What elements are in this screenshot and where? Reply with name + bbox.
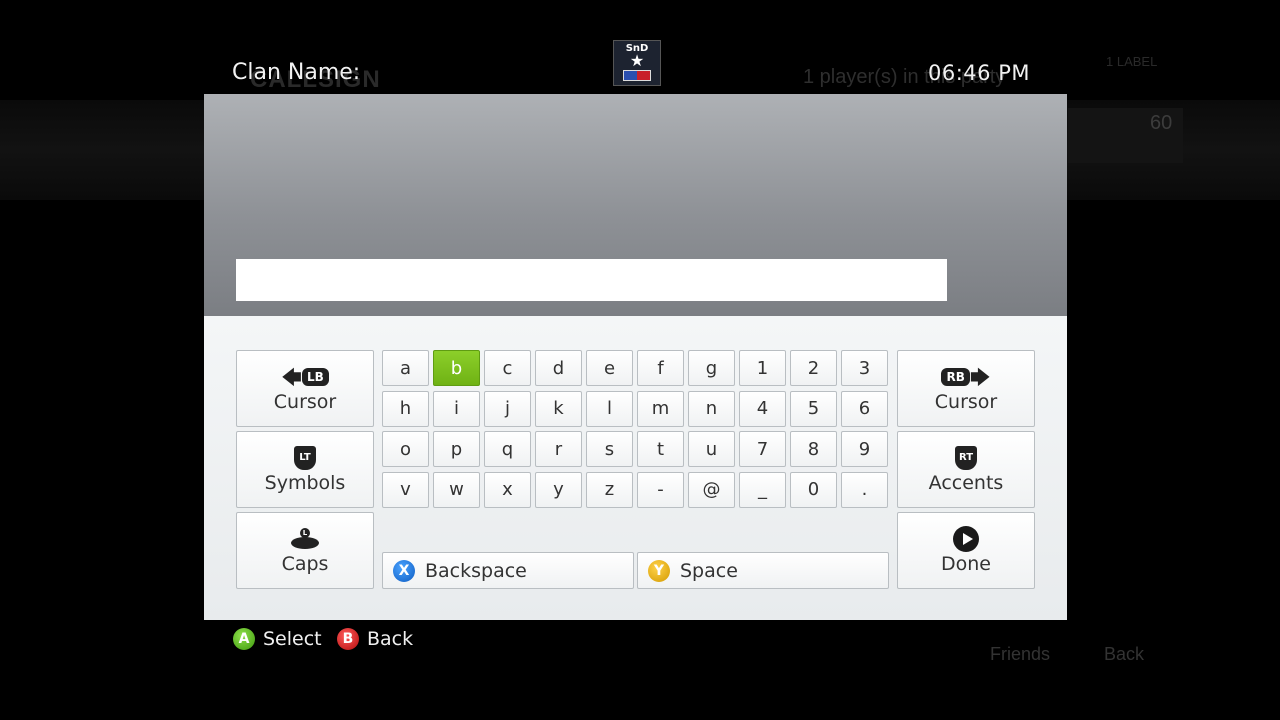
key-6[interactable]: 6 bbox=[841, 390, 888, 427]
star-icon: ★ bbox=[629, 51, 645, 70]
clock: 06:46 PM bbox=[928, 61, 1030, 85]
key-v[interactable]: v bbox=[382, 471, 429, 508]
back-hint-label: Back bbox=[367, 628, 414, 650]
symbols-key[interactable]: LT Symbols bbox=[236, 431, 374, 508]
key-f[interactable]: f bbox=[637, 350, 684, 386]
cursor-left-label: Cursor bbox=[273, 390, 337, 413]
left-stick-icon: L bbox=[291, 527, 319, 550]
key-r[interactable]: r bbox=[535, 431, 582, 467]
key-q[interactable]: q bbox=[484, 431, 531, 467]
done-key[interactable]: Done bbox=[897, 512, 1035, 589]
space-label: Space bbox=[680, 559, 738, 582]
key-s[interactable]: s bbox=[586, 431, 633, 467]
key-h[interactable]: h bbox=[382, 390, 429, 427]
cursor-right-label: Cursor bbox=[934, 390, 998, 413]
x-button-icon: X bbox=[393, 559, 415, 582]
select-hint-label: Select bbox=[263, 628, 322, 650]
key-g[interactable]: g bbox=[688, 350, 735, 386]
key-t[interactable]: t bbox=[637, 431, 684, 467]
key-w[interactable]: w bbox=[433, 471, 480, 508]
cursor-right-key[interactable]: RB 🡆 Cursor bbox=[897, 350, 1035, 427]
y-button-icon: Y bbox=[648, 559, 670, 582]
start-button-icon bbox=[953, 525, 979, 552]
input-area bbox=[204, 94, 1067, 316]
key-n[interactable]: n bbox=[688, 390, 735, 427]
accents-label: Accents bbox=[928, 471, 1004, 494]
arrow-left-icon: 🡄 bbox=[281, 364, 302, 389]
key-c[interactable]: c bbox=[484, 350, 531, 386]
gamerpic: SnD ★ bbox=[613, 40, 661, 86]
caps-key[interactable]: L Caps bbox=[236, 512, 374, 589]
key-2[interactable]: 2 bbox=[790, 350, 837, 386]
caps-label: Caps bbox=[281, 552, 329, 575]
key-@[interactable]: @ bbox=[688, 471, 735, 508]
accents-key[interactable]: RT Accents bbox=[897, 431, 1035, 508]
done-label: Done bbox=[941, 552, 991, 575]
backspace-label: Backspace bbox=[425, 559, 527, 582]
rt-trigger-icon: RT bbox=[955, 445, 977, 470]
key-7[interactable]: 7 bbox=[739, 431, 786, 467]
lt-trigger-icon: LT bbox=[294, 445, 316, 470]
background-level: 60 bbox=[1150, 112, 1173, 134]
key-l[interactable]: l bbox=[586, 390, 633, 427]
key-8[interactable]: 8 bbox=[790, 431, 837, 467]
key-9[interactable]: 9 bbox=[841, 431, 888, 467]
key--[interactable]: - bbox=[637, 471, 684, 508]
arrow-right-icon: 🡆 bbox=[969, 364, 991, 389]
flag-icon bbox=[623, 70, 651, 81]
key-b[interactable]: b bbox=[433, 350, 480, 386]
space-key[interactable]: Y Space bbox=[637, 552, 889, 589]
key-y[interactable]: y bbox=[535, 471, 582, 508]
key-_[interactable]: _ bbox=[739, 471, 786, 508]
key-e[interactable]: e bbox=[586, 350, 633, 386]
key-j[interactable]: j bbox=[484, 390, 531, 427]
key-u[interactable]: u bbox=[688, 431, 735, 467]
cursor-left-key[interactable]: 🡄 LB Cursor bbox=[236, 350, 374, 427]
select-hint: A Select bbox=[233, 628, 322, 650]
backspace-key[interactable]: X Backspace bbox=[382, 552, 634, 589]
key-1[interactable]: 1 bbox=[739, 350, 786, 386]
key-.[interactable]: . bbox=[841, 471, 888, 508]
lb-button-icon: LB bbox=[301, 367, 329, 386]
page-title: Clan Name: bbox=[232, 60, 361, 85]
key-4[interactable]: 4 bbox=[739, 390, 786, 427]
key-3[interactable]: 3 bbox=[841, 350, 888, 386]
key-5[interactable]: 5 bbox=[790, 390, 837, 427]
key-z[interactable]: z bbox=[586, 471, 633, 508]
back-hint: B Back bbox=[337, 628, 413, 650]
b-button-icon: B bbox=[337, 628, 359, 650]
key-o[interactable]: o bbox=[382, 431, 429, 467]
background-top-right: 1 LABEL bbox=[1106, 54, 1158, 69]
a-button-icon: A bbox=[233, 628, 255, 650]
background-friends: Friends bbox=[990, 644, 1051, 664]
key-x[interactable]: x bbox=[484, 471, 531, 508]
keyboard-panel: 🡄 LB Cursor LT Symbols L Caps RB 🡆 Cursor … bbox=[204, 94, 1067, 620]
key-p[interactable]: p bbox=[433, 431, 480, 467]
key-0[interactable]: 0 bbox=[790, 471, 837, 508]
key-i[interactable]: i bbox=[433, 390, 480, 427]
background-back: Back bbox=[1104, 644, 1145, 664]
rb-button-icon: RB bbox=[941, 367, 970, 386]
clan-name-input[interactable] bbox=[236, 259, 947, 301]
key-a[interactable]: a bbox=[382, 350, 429, 386]
key-m[interactable]: m bbox=[637, 390, 684, 427]
key-k[interactable]: k bbox=[535, 390, 582, 427]
key-d[interactable]: d bbox=[535, 350, 582, 386]
symbols-label: Symbols bbox=[264, 471, 346, 494]
